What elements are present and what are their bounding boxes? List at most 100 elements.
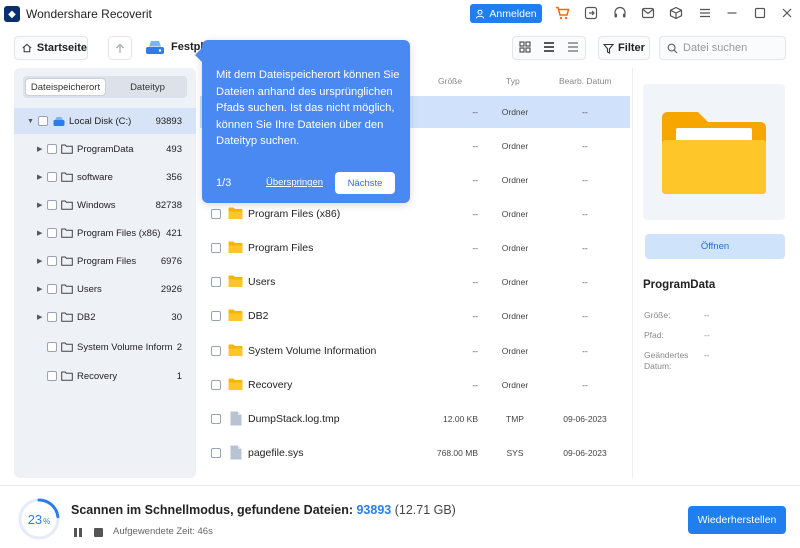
chevron-right-icon[interactable]: ▶ <box>37 257 42 265</box>
login-button[interactable]: Anmelden <box>470 4 542 23</box>
file-type: Ordner <box>501 380 529 390</box>
filter-icon <box>603 43 615 54</box>
file-row[interactable]: Program Files -- Ordner -- <box>200 232 630 264</box>
open-button[interactable]: Öffnen <box>645 234 785 259</box>
menu-icon[interactable] <box>697 5 713 21</box>
chevron-right-icon[interactable]: ▶ <box>37 285 42 293</box>
header-date[interactable]: Bearb. Datum <box>559 76 611 86</box>
grid-view-icon[interactable] <box>519 40 531 56</box>
tree-item-users[interactable]: ▶ Users 2926 <box>14 276 196 302</box>
chevron-right-icon[interactable]: ▶ <box>37 145 42 153</box>
row-checkbox[interactable] <box>211 277 221 287</box>
tree-root-local-disk[interactable]: ▼ Local Disk (C:) 93893 <box>14 108 196 134</box>
tree-item-system-volume-information[interactable]: System Volume Inform... 2 <box>14 334 196 360</box>
file-name: Recovery <box>248 379 293 391</box>
tree-item-program-files[interactable]: ▶ Program Files 6976 <box>14 248 196 274</box>
chevron-right-icon[interactable]: ▶ <box>37 201 42 209</box>
tree-checkbox[interactable] <box>47 342 57 352</box>
detail-name: ProgramData <box>643 279 716 291</box>
tree-item-programdata[interactable]: ▶ ProgramData 493 <box>14 136 196 162</box>
file-type: TMP <box>506 414 524 424</box>
close-icon[interactable] <box>779 5 795 21</box>
minimize-icon[interactable] <box>724 5 740 21</box>
tree-count: 421 <box>166 227 182 239</box>
restore-button[interactable]: Wiederherstellen <box>688 506 786 534</box>
cart-icon[interactable] <box>554 5 570 21</box>
search-input[interactable] <box>683 42 778 54</box>
file-name: Program Files <box>248 242 314 254</box>
pause-button[interactable] <box>74 528 84 538</box>
file-size: -- <box>472 175 478 185</box>
tree-checkbox[interactable] <box>38 116 48 126</box>
folder-outline-icon <box>61 371 73 384</box>
tree-count: 2926 <box>160 283 182 295</box>
file-row[interactable]: DumpStack.log.tmp 12.00 KB TMP 09-06-202… <box>200 403 630 435</box>
file-name: Program Files (x86) <box>248 208 341 220</box>
file-row[interactable]: pagefile.sys 768.00 MB SYS 09-06-2023 <box>200 437 630 469</box>
tree-checkbox[interactable] <box>47 200 57 210</box>
file-size: 12.00 KB <box>443 414 478 424</box>
filter-button[interactable]: Filter <box>598 36 650 60</box>
tree-count: 356 <box>166 171 182 183</box>
hard-drive-icon <box>146 41 164 54</box>
tree-item-software[interactable]: ▶ software 356 <box>14 164 196 190</box>
row-checkbox[interactable] <box>211 346 221 356</box>
tree-label: ProgramData <box>77 143 134 155</box>
location-panel: Dateispeicherort Dateityp ▼ Local Disk (… <box>14 68 196 478</box>
tree-checkbox[interactable] <box>47 228 57 238</box>
chevron-right-icon[interactable]: ▶ <box>37 173 42 181</box>
file-row[interactable]: Recovery -- Ordner -- <box>200 369 630 401</box>
file-icon <box>230 445 242 463</box>
maximize-icon[interactable] <box>752 5 768 21</box>
next-button[interactable]: Nächste <box>335 172 395 194</box>
tree-checkbox[interactable] <box>47 144 57 154</box>
file-row[interactable]: System Volume Information -- Ordner -- <box>200 335 630 367</box>
file-type: Ordner <box>501 175 529 185</box>
tree-checkbox[interactable] <box>47 312 57 322</box>
up-button[interactable] <box>108 36 132 60</box>
mail-icon[interactable] <box>640 5 656 21</box>
chevron-right-icon[interactable]: ▶ <box>37 229 42 237</box>
folder-icon <box>228 241 243 257</box>
file-row[interactable]: DB2 -- Ordner -- <box>200 300 630 332</box>
chevron-right-icon[interactable]: ▶ <box>37 313 42 321</box>
list-view-icon[interactable] <box>567 41 579 56</box>
row-checkbox[interactable] <box>211 243 221 253</box>
detail-view-icon[interactable] <box>543 41 555 56</box>
folder-outline-icon <box>61 284 73 297</box>
file-date: -- <box>582 107 588 117</box>
view-mode-tabs: Dateispeicherort Dateityp <box>23 76 187 98</box>
tree-checkbox[interactable] <box>47 256 57 266</box>
tree-item-windows[interactable]: ▶ Windows 82738 <box>14 192 196 218</box>
tab-dateispeicherort[interactable]: Dateispeicherort <box>25 78 106 96</box>
row-checkbox[interactable] <box>211 380 221 390</box>
status-bar: 23% Scannen im Schnellmodus, gefundene D… <box>0 485 800 548</box>
export-icon[interactable] <box>583 5 599 21</box>
tree-item-program-files-x86[interactable]: ▶ Program Files (x86) 421 <box>14 220 196 246</box>
chevron-down-icon[interactable]: ▼ <box>27 118 34 125</box>
tree-item-db2[interactable]: ▶ DB2 30 <box>14 304 196 330</box>
home-button[interactable]: Startseite <box>14 36 88 60</box>
tree-checkbox[interactable] <box>47 371 57 381</box>
row-checkbox[interactable] <box>211 311 221 321</box>
folder-icon <box>228 344 243 360</box>
file-row[interactable]: Users -- Ordner -- <box>200 266 630 298</box>
headset-icon[interactable] <box>612 5 628 21</box>
header-size[interactable]: Größe <box>438 76 462 86</box>
scan-prefix: Scannen im Schnellmodus, gefundene Datei… <box>71 503 357 517</box>
tree-checkbox[interactable] <box>47 284 57 294</box>
box-icon[interactable] <box>668 5 684 21</box>
row-checkbox[interactable] <box>211 448 221 458</box>
row-checkbox[interactable] <box>211 414 221 424</box>
title-bar: ◆ Wondershare Recoverit Anmelden <box>0 0 800 28</box>
header-type[interactable]: Typ <box>506 76 520 86</box>
filter-label: Filter <box>618 42 645 54</box>
stop-button[interactable] <box>94 528 103 537</box>
tree-checkbox[interactable] <box>47 172 57 182</box>
user-icon <box>476 9 485 19</box>
pause-bar <box>79 528 82 537</box>
tab-dateityp[interactable]: Dateityp <box>108 76 187 98</box>
skip-link[interactable]: Überspringen <box>266 177 323 188</box>
tree-item-recovery[interactable]: Recovery 1 <box>14 363 196 389</box>
row-checkbox[interactable] <box>211 209 221 219</box>
